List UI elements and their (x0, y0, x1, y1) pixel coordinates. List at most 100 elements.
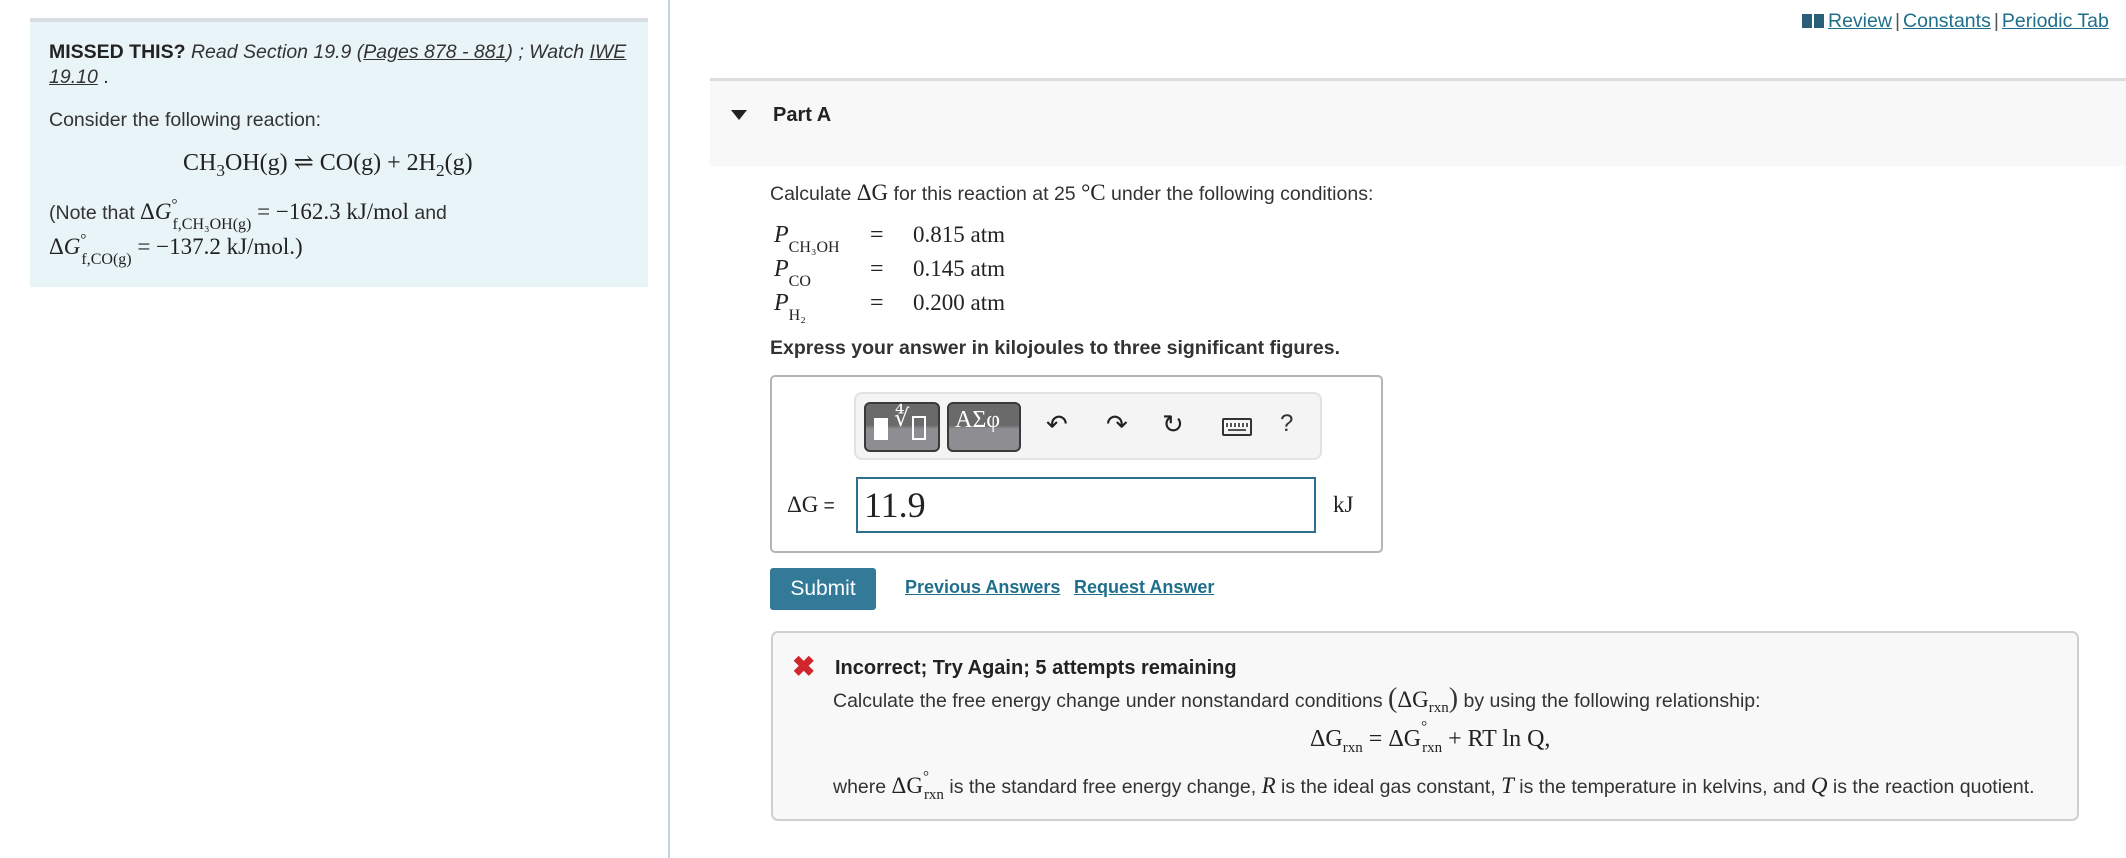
greek-symbols-button[interactable]: ΑΣφ (947, 402, 1021, 452)
product-sub: 2 (435, 160, 445, 180)
reactant: CH (183, 150, 217, 176)
radicand-box-icon (912, 416, 926, 440)
equals: = (870, 290, 884, 316)
templates-button[interactable]: ∜ (864, 402, 940, 452)
q-post: under the following conditions: (1105, 183, 1374, 205)
formula-rhs1-sub: rxn (1422, 740, 1443, 756)
q-pre: Calculate (770, 183, 857, 205)
template-box-icon (874, 418, 888, 440)
equals: = (870, 222, 884, 248)
periodic-table-link[interactable]: Periodic Tab (2002, 10, 2109, 32)
pressure-sub: CH₃OH (788, 238, 840, 256)
constants-link[interactable]: Constants (1903, 10, 1991, 32)
feedback-formula: ΔGrxn = ΔG ° rxn + RT ln Q, (1310, 719, 1551, 756)
fb2-b: is the ideal gas constant, (1275, 776, 1502, 798)
formation-energy-note: (Note that ΔG ° f,CH₃OH(g) = −162.3 kJ/mol… (49, 196, 639, 268)
answer-label: ΔG = (787, 492, 835, 518)
feedback-hint-line: Calculate the free energy change under n… (833, 683, 1761, 716)
part-a-header[interactable] (710, 78, 2126, 166)
formula-eq: = (1362, 726, 1389, 752)
fb1-pre: Calculate the free energy change under n… (833, 690, 1389, 712)
answer-equals: = (818, 496, 835, 517)
review-link[interactable]: Review (1828, 10, 1892, 32)
pressure-value: 0.145 atm (913, 256, 1005, 281)
formula-rhs1-sup: ° (1421, 719, 1428, 735)
dg-f-co: ΔG ° f,CO(g) = −137.2 kJ/mol.) (49, 232, 303, 268)
pressure-symbol: P (774, 290, 789, 316)
feedback-title: Incorrect; Try Again; 5 attempts remaini… (835, 657, 1237, 679)
formula-lhs: ΔG (1310, 726, 1343, 752)
undo-icon[interactable]: ↶ (1046, 408, 1068, 440)
answer-instruction: Express your answer in kilojoules to thr… (770, 337, 1340, 359)
dg1-value: = −162.3 kJ/mol (251, 199, 409, 224)
fb2-c: is the temperature in kelvins, and (1513, 776, 1811, 798)
fb1-post: by using the following relationship: (1458, 690, 1761, 712)
formula-rhs1: ΔG (1388, 726, 1422, 752)
separator: | (1993, 10, 1999, 32)
fb2-R: R (1261, 773, 1276, 798)
previous-answers-link[interactable]: Previous Answers (905, 577, 1060, 598)
dg2-sub: f,CO(g) (81, 251, 132, 268)
note-and: and (408, 202, 447, 224)
separator: | (1894, 10, 1901, 32)
pages-link[interactable]: Pages 878 - 881 (363, 41, 506, 63)
pressure-value: 0.200 atm (913, 290, 1005, 315)
pressure-symbol: P (774, 256, 789, 282)
redo-icon[interactable]: ↷ (1106, 408, 1128, 440)
fb2-sub: rxn (923, 787, 944, 803)
fb2-T: T (1501, 773, 1514, 798)
equals: = (870, 256, 884, 282)
formula-rhs2: + RT ln Q, (1442, 726, 1551, 752)
consider-text: Consider the following reaction: (49, 109, 322, 131)
question-text: Calculate ΔG for this reaction at 25 °C … (770, 180, 1373, 206)
dg2-value: = −137.2 kJ/mol.) (131, 234, 303, 259)
missed-end: . (97, 66, 109, 88)
q-var-text: ΔG (856, 180, 889, 205)
formula-lhs-sub: rxn (1342, 739, 1363, 756)
feedback-explanation: where ΔG ° rxn is the standard free energy… (833, 769, 2035, 803)
note-open: (Note that (49, 202, 141, 224)
product-rest: (g) (444, 150, 473, 176)
request-answer-link[interactable]: Request Answer (1074, 577, 1214, 598)
pressure-value: 0.815 atm (913, 222, 1005, 247)
dg1-sub: f,CH₃OH(g) (172, 216, 252, 233)
fb1-sub: rxn (1428, 699, 1449, 716)
root-icon: ∜ (894, 404, 910, 432)
pane-divider[interactable] (668, 0, 670, 858)
watch-text: ) ; Watch (506, 41, 590, 63)
fb2-sup: ° (922, 769, 929, 785)
part-a-title[interactable]: Part A (773, 104, 831, 127)
book-icon (1802, 14, 1824, 28)
reaction-equation: CH3OH(g) ⇌ CO(g) + 2H2(g) (183, 148, 473, 180)
fb2-var: ΔG (891, 773, 923, 798)
equilibrium-arrow-icon: ⇌ (293, 150, 314, 176)
pressure-symbol: P (774, 222, 789, 248)
missed-this-label: MISSED THIS? (49, 41, 186, 63)
q-mid: for this reaction at 25 (888, 183, 1082, 205)
pressure-sub: H₂ (788, 306, 806, 324)
greek-label: ΑΣφ (955, 407, 1001, 433)
answer-input[interactable] (856, 477, 1316, 533)
answer-unit: kJ (1333, 492, 1354, 517)
answer-var: ΔG (787, 492, 819, 517)
pressure-sub: CO (788, 272, 811, 290)
dg-f-methanol: ΔG ° f,CH₃OH(g) = −162.3 kJ/mol (140, 197, 409, 233)
keyboard-icon[interactable] (1222, 418, 1252, 436)
resource-links: Review | Constants | Periodic Tab (1802, 10, 2109, 33)
products: CO(g) + 2H (319, 150, 436, 176)
help-icon[interactable]: ? (1280, 408, 1293, 440)
fb2-a: is the standard free energy change, (943, 776, 1262, 798)
collapse-triangle-icon[interactable] (731, 110, 747, 120)
reactant-sub: 3 (216, 160, 225, 180)
q-var: ΔG (857, 180, 888, 205)
fb2-d: is the reaction quotient. (1827, 776, 2035, 798)
fb1-var: ΔG (1397, 687, 1429, 712)
submit-button[interactable]: Submit (770, 568, 876, 610)
fb2-pre: where (833, 776, 892, 798)
fb2-Q: Q (1810, 773, 1828, 798)
missed-this-hint: MISSED THIS? Read Section 19.9 (Pages 87… (49, 40, 639, 90)
q-unit: °C (1081, 180, 1106, 205)
reset-icon[interactable]: ↻ (1162, 408, 1184, 440)
reactant-rest: OH(g) (224, 150, 288, 176)
incorrect-x-icon: ✖ (792, 651, 816, 682)
